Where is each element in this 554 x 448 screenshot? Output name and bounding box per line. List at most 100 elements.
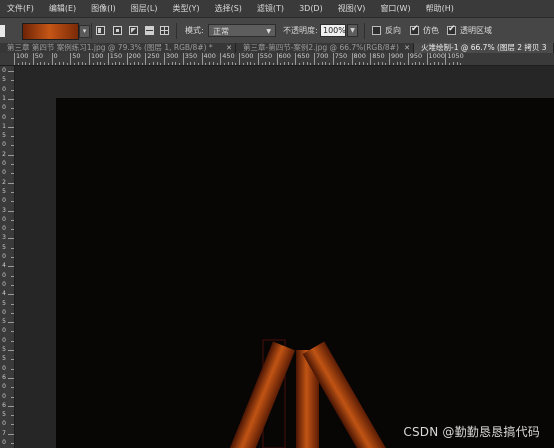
reverse-checkbox[interactable] [372, 26, 381, 35]
ruler-label: 0 [2, 197, 6, 205]
ruler-label: 0 [2, 104, 6, 112]
transparency-checkbox[interactable] [447, 24, 456, 35]
ruler-minor-tick [456, 62, 458, 65]
mode-dropdown[interactable]: 正常 ▼ [208, 24, 276, 37]
ruler-tick [8, 350, 14, 351]
document-tab[interactable]: 第三章 第四节 案例练习1.jpg @ 79.3% (图层 1, RGB/8#)… [0, 43, 236, 53]
ruler-tick [11, 108, 14, 110]
ruler-minor-tick [216, 63, 218, 65]
diamond-gradient-icon[interactable] [160, 26, 169, 35]
ruler-tick [11, 284, 14, 286]
ruler-tick [11, 387, 14, 389]
menu-item[interactable]: 滤镜(T) [249, 3, 284, 14]
ruler-tick [11, 275, 14, 277]
ruler-label: 0 [2, 439, 6, 446]
ruler-minor-tick [96, 62, 98, 65]
ruler-label: 50 [34, 53, 44, 60]
ruler-minor-tick [85, 63, 87, 65]
ruler-minor-tick [329, 63, 330, 65]
ruler-tick [8, 98, 14, 100]
menu-item[interactable]: 选择(S) [207, 3, 242, 14]
ruler-label: 5 [2, 132, 6, 140]
ruler-minor-tick [137, 62, 139, 65]
ruler-label: 0 [2, 85, 6, 93]
ruler-tick [257, 53, 259, 65]
ruler-label: 5 [2, 318, 6, 326]
ruler-label: 0 [2, 280, 6, 288]
ruler-label: 4 [2, 290, 6, 298]
ruler-minor-tick [47, 63, 49, 65]
ruler-minor-tick [287, 62, 289, 65]
ruler-minor-tick [149, 63, 150, 65]
reflected-gradient-icon[interactable] [145, 26, 154, 35]
ruler-minor-tick [265, 62, 267, 65]
menu-item[interactable]: 图像(I) [83, 3, 116, 14]
ruler-tick [8, 210, 14, 212]
ruler-minor-tick [242, 63, 244, 65]
ruler-minor-tick [115, 62, 117, 65]
separator [91, 23, 92, 39]
ruler-tick [11, 173, 14, 175]
menu-item[interactable]: 3D(D) [291, 4, 323, 13]
ruler-label: 0 [2, 253, 6, 260]
ruler-minor-tick [44, 62, 45, 65]
ruler-tick [126, 53, 128, 65]
linear-gradient-icon[interactable] [96, 26, 105, 35]
gradient-swatch[interactable] [22, 23, 79, 40]
ruler-tick [11, 415, 14, 417]
ruler-tick [11, 312, 14, 314]
ruler-tick [11, 331, 14, 333]
ruler-minor-tick [104, 63, 105, 65]
ruler-tick [8, 433, 14, 435]
tool-preset-icon[interactable] [0, 18, 6, 44]
gradient-picker-arrow-icon[interactable]: ▾ [79, 25, 90, 38]
opacity-input[interactable]: 100% [320, 24, 346, 37]
ruler-minor-tick [261, 63, 263, 65]
close-icon[interactable]: ✕ [226, 43, 232, 53]
ruler-tick [11, 117, 14, 119]
ruler-label: 400 [203, 53, 216, 60]
ruler-tick [11, 396, 14, 398]
ruler-minor-tick [400, 62, 402, 65]
menu-item[interactable]: 类型(Y) [164, 3, 199, 14]
ruler-label: 100 [91, 53, 104, 60]
ruler-label: 1 [2, 94, 6, 102]
tab-label: 火堆绘制-1 @ 66.7% (图层 2 拷贝 3 [421, 43, 547, 52]
ruler-tick [11, 303, 14, 305]
menu-item[interactable]: 帮助(H) [418, 3, 454, 14]
menu-item[interactable]: 窗口(W) [372, 3, 410, 14]
ruler-minor-tick [359, 62, 360, 65]
opacity-slider-arrow-icon[interactable]: ▼ [347, 24, 358, 37]
radial-gradient-icon[interactable] [113, 26, 122, 35]
ruler-minor-tick [344, 62, 345, 65]
separator [176, 23, 177, 39]
ruler-minor-tick [422, 63, 424, 65]
horizontal-ruler[interactable]: 100 50 0 50 100 150 200 250 300 350 400 450 500 550 60… [0, 53, 554, 66]
close-icon[interactable]: ✕ [404, 43, 410, 53]
options-bar: ▾ 模式: 正常 ▼ 不透明度: 100% ▼ 反向 仿色 透明区域 [0, 17, 554, 44]
ruler-tick [11, 340, 14, 342]
menu-item[interactable]: 图层(L) [123, 3, 158, 14]
ruler-origin[interactable] [0, 53, 15, 65]
reverse-label: 反向 [385, 26, 401, 35]
angle-gradient-icon[interactable] [129, 26, 138, 35]
ruler-label: 0 [2, 67, 6, 74]
ruler-minor-tick [284, 62, 285, 65]
ruler-minor-tick [212, 62, 214, 65]
menu-item[interactable]: 视图(V) [330, 3, 366, 14]
ruler-label: 0 [2, 271, 6, 279]
ruler-minor-tick [17, 63, 19, 65]
ruler-label: 300 [166, 53, 179, 60]
dither-checkbox[interactable] [410, 24, 419, 35]
ruler-tick [11, 145, 14, 147]
ruler-tick [11, 368, 14, 370]
document-tab[interactable]: 第三章-第四节-案例2.jpg @ 66.7%(RGB/8#) ✕ [236, 43, 414, 53]
ruler-label: 5 [2, 243, 6, 251]
menu-item[interactable]: 文件(F) [0, 3, 34, 14]
ruler-tick [70, 53, 72, 65]
document-tab-active[interactable]: 火堆绘制-1 @ 66.7% (图层 2 拷贝 3 [414, 43, 554, 53]
menu-item[interactable]: 编辑(E) [41, 3, 76, 14]
ruler-minor-tick [21, 62, 23, 65]
vertical-ruler[interactable]: 0501001502002503003504004505005506006507… [0, 66, 15, 448]
ruler-minor-tick [340, 62, 342, 65]
